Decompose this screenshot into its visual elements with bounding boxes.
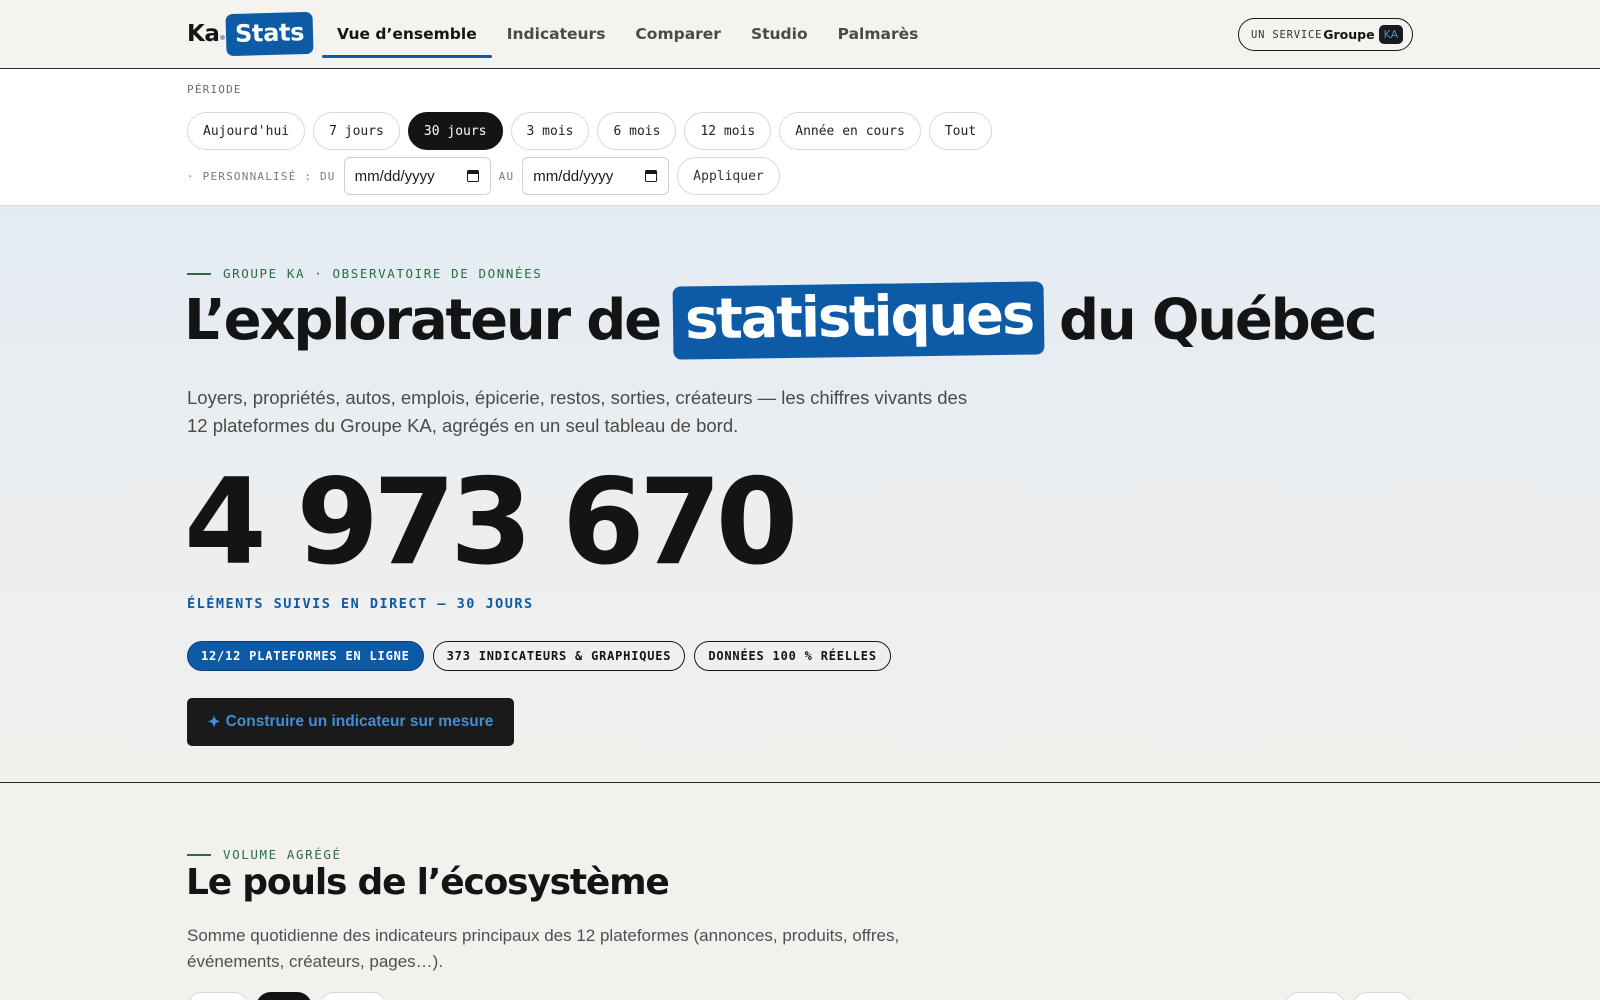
nav-item-compare[interactable]: Comparer (620, 0, 736, 68)
chart-toggle-pill[interactable] (319, 992, 387, 1000)
nav-item-studio[interactable]: Studio (736, 0, 823, 68)
period-option-12-months[interactable]: 12 mois (684, 112, 772, 150)
logo-ka-text: Ka (187, 21, 220, 47)
build-indicator-label: Construire un indicateur sur mesure (225, 713, 494, 730)
tracked-items-caption: ÉLÉMENTS SUIVIS EN DIRECT — 30 JOURS (187, 596, 534, 612)
chart-toggle-pill-active[interactable] (256, 992, 312, 1000)
chart-option-pill[interactable] (1352, 992, 1412, 1000)
period-option-current-year[interactable]: Année en cours (779, 112, 921, 150)
pulse-eyebrow-text: VOLUME AGRÉGÉ (223, 847, 342, 862)
custom-range-row: · PERSONNALISÉ : DU mm/dd/yyyy AU mm/dd/… (187, 157, 780, 195)
period-option-3-months[interactable]: 3 mois (510, 112, 590, 150)
hero-section: GROUPE KA · OBSERVATOIRE DE DONNÉES L’ex… (0, 206, 1600, 783)
date-to-placeholder: mm/dd/yyyy (533, 167, 614, 185)
hero-badges: 12/12 PLATEFORMES EN LIGNE 373 INDICATEU… (187, 641, 891, 671)
period-option-6-months[interactable]: 6 mois (597, 112, 677, 150)
tracked-items-count: 4 973 670 (184, 454, 798, 592)
service-groupe-text: Groupe (1323, 27, 1375, 42)
hero-subtitle: Loyers, propriétés, autos, emplois, épic… (187, 387, 968, 436)
pulse-description: Somme quotidienne des indicateurs princi… (187, 926, 900, 971)
period-option-7-days[interactable]: 7 jours (313, 112, 400, 150)
period-label: PÉRIODE (187, 83, 242, 96)
apply-button[interactable]: Appliquer (677, 157, 780, 195)
date-to-label: AU (498, 169, 515, 183)
period-option-all[interactable]: Tout (928, 112, 993, 150)
date-from-placeholder: mm/dd/yyyy (354, 167, 435, 185)
status-badge-platforms: 12/12 PLATEFORMES EN LIGNE (187, 641, 424, 671)
period-options: Aujourd'hui 7 jours 30 jours 3 mois 6 mo… (187, 112, 993, 150)
date-to-input[interactable]: mm/dd/yyyy (522, 157, 670, 195)
main-nav: Vue d’ensemble Indicateurs Comparer Stud… (322, 0, 933, 68)
status-badge-indicators: 373 INDICATEURS & GRAPHIQUES (432, 641, 686, 671)
groupe-ka-service-link[interactable]: UN SERVICE Groupe KA (1238, 18, 1413, 51)
calendar-icon[interactable] (466, 170, 479, 182)
hero-title-highlight: statistiques (672, 281, 1045, 360)
logo-dot (220, 34, 226, 40)
hero-eyebrow: GROUPE KA · OBSERVATOIRE DE DONNÉES (187, 266, 542, 281)
date-from-input[interactable]: mm/dd/yyyy (343, 157, 491, 195)
chart-option-pill[interactable] (1284, 992, 1346, 1000)
period-option-today[interactable]: Aujourd'hui (187, 112, 306, 150)
eyebrow-rule (187, 272, 211, 275)
nav-item-overview[interactable]: Vue d’ensemble (322, 0, 492, 68)
hero-title: L’explorateur de statistiques du Québec (184, 281, 1378, 360)
logo-stats-badge: Stats (225, 11, 315, 57)
chart-toggle-pill[interactable] (187, 992, 249, 1000)
kastats-logo[interactable]: Ka Stats (187, 11, 315, 57)
pulse-eyebrow: VOLUME AGRÉGÉ (187, 847, 342, 862)
service-prefix: UN SERVICE (1251, 28, 1323, 41)
pulse-title: Le pouls de l’écosystème (186, 862, 670, 903)
service-ka-badge: KA (1378, 25, 1404, 44)
hero-eyebrow-text: GROUPE KA · OBSERVATOIRE DE DONNÉES (223, 266, 543, 281)
hero-title-start: L’explorateur de (184, 288, 662, 353)
custom-range-label: · PERSONNALISÉ : DU (187, 169, 336, 183)
nav-item-indicators[interactable]: Indicateurs (492, 0, 621, 68)
period-filter: PÉRIODE Aujourd'hui 7 jours 30 jours 3 m… (0, 69, 1600, 206)
build-indicator-button[interactable]: ✦ Construire un indicateur sur mesure (187, 698, 514, 746)
hero-title-end: du Québec (1058, 288, 1378, 353)
eyebrow-rule (187, 853, 211, 856)
period-option-30-days[interactable]: 30 jours (407, 112, 503, 150)
sparkle-icon: ✦ (207, 713, 221, 731)
status-badge-real-data: DONNÉES 100 % RÉELLES (694, 641, 891, 671)
calendar-icon[interactable] (645, 170, 658, 182)
top-navigation-bar: Ka Stats Vue d’ensemble Indicateurs Comp… (0, 0, 1600, 69)
nav-item-rankings[interactable]: Palmarès (823, 0, 934, 68)
